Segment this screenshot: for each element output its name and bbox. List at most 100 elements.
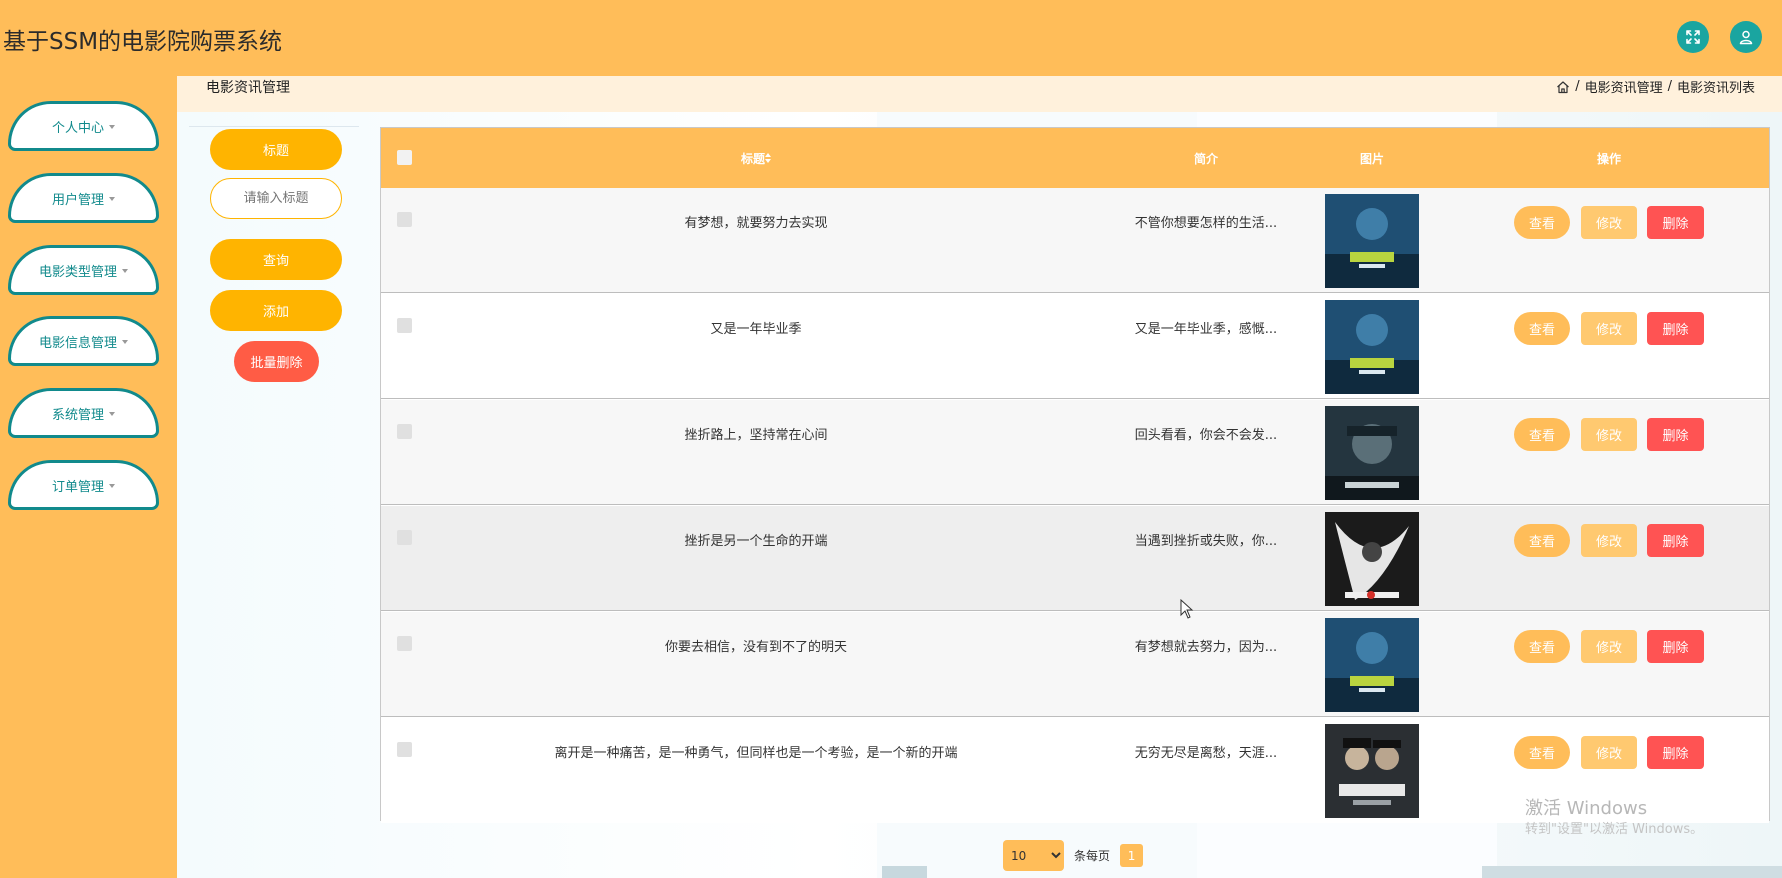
column-header-image: 图片 — [1359, 151, 1384, 166]
breadcrumb: 电影资讯管理 / 电影资讯管理 / 电影资讯列表 — [177, 76, 1782, 112]
mouse-cursor-icon — [1180, 599, 1194, 619]
edit-button[interactable]: 修改 — [1581, 418, 1637, 451]
background-panel — [882, 866, 927, 878]
page-size-select[interactable]: 10 — [1003, 840, 1064, 871]
table-row: 挫折是另一个生命的开端 当遇到挫折或失败，你... 查看 修改 删除 — [381, 506, 1769, 611]
delete-button[interactable]: 删除 — [1647, 524, 1704, 557]
movie-poster-image — [1325, 618, 1419, 712]
sidebar-item-label: 订单管理 — [51, 479, 104, 495]
cell-intro: 无穷无尽是离愁，天涯... — [1134, 746, 1278, 761]
sidebar-item-user-management[interactable]: 用户管理 — [8, 173, 159, 223]
cell-intro: 回头看看，你会不会发... — [1134, 428, 1278, 443]
cell-title: 挫折是另一个生命的开端 — [684, 534, 828, 549]
sidebar-item-movie-type-management[interactable]: 电影类型管理 — [8, 245, 159, 295]
background-panel — [1482, 866, 1782, 878]
app-title: 基于SSM的电影院购票系统 — [3, 29, 283, 55]
per-page-label: 条每页 — [1074, 849, 1111, 863]
query-button[interactable]: 查询 — [210, 239, 342, 280]
edit-button[interactable]: 修改 — [1581, 312, 1637, 345]
sidebar-item-label: 电影类型管理 — [38, 264, 117, 280]
column-header-label: 标题 — [740, 151, 765, 166]
cell-intro: 不管你想要怎样的生活... — [1134, 216, 1278, 231]
row-checkbox[interactable] — [397, 318, 412, 333]
delete-button[interactable]: 删除 — [1647, 630, 1704, 663]
main-content: 电影资讯管理 / 电影资讯管理 / 电影资讯列表 标题 查询 添加 批量删除 标… — [177, 76, 1782, 878]
select-all-checkbox[interactable] — [397, 150, 412, 165]
breadcrumb-separator: / — [1667, 79, 1672, 94]
breadcrumb-path: / 电影资讯管理 / 电影资讯列表 — [1556, 77, 1755, 96]
sidebar-item-personal-center[interactable]: 个人中心 — [8, 101, 159, 151]
row-checkbox[interactable] — [397, 636, 412, 651]
delete-button[interactable]: 删除 — [1647, 206, 1704, 239]
windows-activation-hint: 转到"设置"以激活 Windows。 — [1525, 822, 1704, 837]
breadcrumb-separator: / — [1575, 79, 1580, 94]
page-number-current[interactable]: 1 — [1120, 844, 1144, 867]
cell-intro: 有梦想就去努力，因为... — [1134, 640, 1278, 655]
delete-button[interactable]: 删除 — [1647, 312, 1704, 345]
view-button[interactable]: 查看 — [1514, 736, 1570, 769]
movie-poster-image — [1325, 406, 1419, 500]
chevron-down-icon — [109, 124, 115, 129]
table-row: 又是一年毕业季 又是一年毕业季，感慨... 查看 修改 删除 — [381, 294, 1769, 399]
view-button[interactable]: 查看 — [1514, 630, 1570, 663]
chevron-down-icon — [109, 483, 115, 488]
delete-button[interactable]: 删除 — [1647, 418, 1704, 451]
chevron-down-icon — [109, 196, 115, 201]
cell-intro: 又是一年毕业季，感慨... — [1134, 322, 1278, 337]
movie-poster-image — [1325, 194, 1419, 288]
chevron-down-icon — [109, 411, 115, 416]
news-table: 标题 简介 图片 操作 有梦想，就要努力去实现 不管你想要怎样的生活... 查看… — [380, 127, 1770, 823]
column-header-intro: 简介 — [1193, 151, 1218, 166]
batch-delete-button[interactable]: 批量删除 — [234, 341, 319, 382]
row-checkbox[interactable] — [397, 212, 412, 227]
add-button[interactable]: 添加 — [210, 290, 342, 331]
edit-button[interactable]: 修改 — [1581, 736, 1637, 769]
view-button[interactable]: 查看 — [1514, 206, 1570, 239]
table-row: 有梦想，就要努力去实现 不管你想要怎样的生活... 查看 修改 删除 — [381, 188, 1769, 293]
column-header-title[interactable]: 标题 — [421, 128, 1091, 188]
fullscreen-icon — [1686, 30, 1700, 44]
delete-button[interactable]: 删除 — [1647, 736, 1704, 769]
user-menu-button[interactable] — [1730, 21, 1762, 53]
edit-button[interactable]: 修改 — [1581, 630, 1637, 663]
edit-button[interactable]: 修改 — [1581, 206, 1637, 239]
cell-intro: 当遇到挫折或失败，你... — [1134, 534, 1278, 549]
view-button[interactable]: 查看 — [1514, 524, 1570, 557]
chevron-down-icon — [122, 268, 128, 273]
breadcrumb-link[interactable]: 电影资讯管理 — [1585, 77, 1663, 96]
home-icon[interactable] — [1556, 80, 1570, 94]
view-button[interactable]: 查看 — [1514, 418, 1570, 451]
title-search-input[interactable] — [210, 178, 342, 219]
cell-title: 又是一年毕业季 — [710, 322, 802, 337]
sidebar-item-order-management[interactable]: 订单管理 — [8, 460, 159, 510]
cell-title: 有梦想，就要努力去实现 — [684, 216, 828, 231]
sidebar: 个人中心 用户管理 电影类型管理 电影信息管理 系统管理 订单管理 — [0, 76, 177, 878]
row-checkbox[interactable] — [397, 530, 412, 545]
user-icon — [1739, 30, 1753, 45]
edit-button[interactable]: 修改 — [1581, 524, 1637, 557]
page-title: 电影资讯管理 — [206, 80, 290, 96]
windows-activation-watermark: 激活 Windows — [1525, 798, 1648, 819]
search-panel: 标题 查询 添加 批量删除 — [189, 126, 359, 382]
cell-title: 你要去相信，没有到不了的明天 — [664, 640, 847, 655]
table-row: 挫折路上，坚持常在心间 回头看看，你会不会发... 查看 修改 删除 — [381, 400, 1769, 505]
sidebar-item-label: 电影信息管理 — [38, 335, 117, 351]
table-row: 你要去相信，没有到不了的明天 有梦想就去努力，因为... 查看 修改 删除 — [381, 612, 1769, 717]
breadcrumb-current: 电影资讯列表 — [1676, 81, 1755, 96]
row-checkbox[interactable] — [397, 424, 412, 439]
sidebar-item-movie-info-management[interactable]: 电影信息管理 — [8, 316, 159, 366]
cell-title: 挫折路上，坚持常在心间 — [684, 428, 828, 443]
pagination: 10 条每页 1 — [1003, 840, 1144, 871]
fullscreen-button[interactable] — [1677, 21, 1709, 53]
sidebar-item-label: 用户管理 — [51, 192, 104, 208]
table-header: 标题 简介 图片 操作 — [381, 128, 1769, 188]
cell-title: 离开是一种痛苦，是一种勇气，但同样也是一个考验，是一个新的开端 — [554, 746, 958, 761]
top-header: 基于SSM的电影院购票系统 — [0, 0, 1782, 76]
movie-poster-image — [1325, 512, 1419, 606]
column-header-actions: 操作 — [1596, 151, 1621, 166]
sort-icon[interactable] — [765, 153, 771, 163]
movie-poster-image — [1325, 300, 1419, 394]
row-checkbox[interactable] — [397, 742, 412, 757]
sidebar-item-system-management[interactable]: 系统管理 — [8, 388, 159, 438]
view-button[interactable]: 查看 — [1514, 312, 1570, 345]
